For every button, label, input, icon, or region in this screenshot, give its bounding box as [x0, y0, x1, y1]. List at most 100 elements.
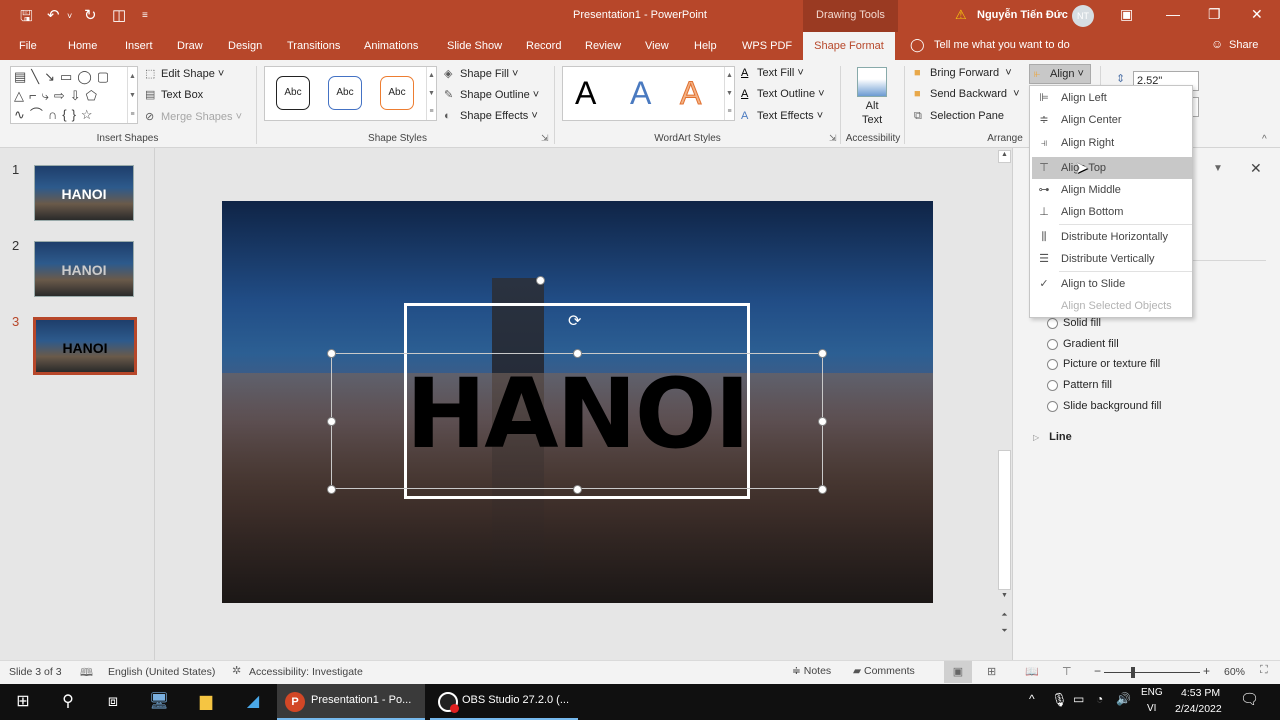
menu-item-distribute-vertically[interactable]: ☰ Distribute Vertically [1032, 248, 1192, 270]
text-effects-button[interactable]: A Text Effects ˅ [741, 110, 823, 122]
bring-forward-button[interactable]: ■ Bring Forward ˅ [914, 67, 1012, 79]
slide-thumbnail-2[interactable]: HANOI [34, 241, 134, 297]
menu-item-align-top[interactable]: ⊤ Align Top [1032, 157, 1192, 179]
dialog-launcher-icon[interactable]: ⇲ [829, 133, 837, 144]
language-status[interactable]: English (United States) [108, 666, 215, 678]
input-language[interactable]: ENG [1141, 687, 1163, 698]
resize-handle[interactable] [573, 485, 582, 494]
resize-handle[interactable] [327, 485, 336, 494]
tab-file[interactable]: File [19, 40, 37, 52]
tab-animations[interactable]: Animations [364, 40, 418, 52]
slide-thumbnail-3[interactable]: HANOI [33, 317, 137, 375]
present-from-start-icon[interactable]: ◫ [112, 6, 126, 24]
shape-style-preset-3[interactable]: Abc [380, 76, 414, 110]
tab-home[interactable]: Home [68, 40, 97, 52]
customize-icon[interactable]: ≡ [142, 10, 148, 21]
wordart-preset-3[interactable]: A [679, 75, 701, 112]
tab-wps-pdf[interactable]: WPS PDF [742, 40, 792, 52]
dialog-launcher-icon[interactable]: ⇲ [541, 133, 549, 144]
input-language-secondary[interactable]: VI [1147, 703, 1156, 714]
zoom-out-button[interactable]: − [1094, 664, 1101, 678]
redo-icon[interactable]: ↻ [84, 6, 97, 24]
tab-review[interactable]: Review [585, 40, 621, 52]
fill-option-slide-background[interactable]: Slide background fill [1047, 400, 1161, 412]
restore-icon[interactable]: ❐ [1208, 6, 1221, 23]
avatar[interactable]: NT [1072, 5, 1094, 27]
alt-text-button[interactable]: Alt Text [862, 99, 882, 127]
text-fill-button[interactable]: A Text Fill ˅ [741, 67, 804, 79]
share-button[interactable]: Share [1229, 39, 1258, 51]
microphone-icon[interactable]: 🎙 [1051, 692, 1068, 708]
rotate-handle-icon[interactable]: ⟳ [568, 311, 581, 331]
menu-item-distribute-horizontally[interactable]: ⫼ Distribute Horizontally [1032, 226, 1192, 248]
zoom-slider-track[interactable] [1104, 672, 1200, 673]
shape-style-preset-2[interactable]: Abc [328, 76, 362, 110]
zoom-level[interactable]: 60% [1224, 666, 1245, 678]
task-view-icon[interactable]: ⧈ [100, 684, 126, 720]
next-slide-icon[interactable]: ⏷ [998, 626, 1011, 636]
radio-button[interactable] [1047, 317, 1058, 329]
shape-fill-button[interactable]: ◈ Shape Fill ˅ [444, 67, 518, 80]
close-pane-icon[interactable]: ✕ [1250, 160, 1262, 177]
edit-shape-button[interactable]: ⬚ Edit Shape ˅ [145, 67, 224, 80]
slide-show-icon[interactable]: ⊤ [1062, 665, 1072, 678]
computer-icon[interactable]: 🖥 [146, 684, 172, 720]
scroll-down-icon[interactable]: ▼ [998, 592, 1011, 605]
volume-icon[interactable]: 🔊 [1116, 692, 1131, 706]
user-name[interactable]: Nguyễn Tiến Đức [977, 9, 1068, 21]
notification-center-icon[interactable]: 🗨 [1240, 690, 1259, 708]
slide-title-text[interactable]: HANOI [387, 366, 767, 462]
tab-record[interactable]: Record [526, 40, 561, 52]
file-explorer-icon[interactable]: ▆ [193, 684, 219, 720]
tab-transitions[interactable]: Transitions [287, 40, 340, 52]
radio-button[interactable] [1047, 358, 1058, 370]
tab-design[interactable]: Design [228, 40, 262, 52]
tab-draw[interactable]: Draw [177, 40, 203, 52]
resize-handle[interactable] [818, 485, 827, 494]
comments-button[interactable]: ▰ Comments [853, 665, 915, 677]
shape-outline-button[interactable]: ✎ Shape Outline ˅ [444, 88, 539, 101]
collapse-ribbon-icon[interactable]: ^ [1262, 134, 1267, 145]
accessibility-status[interactable]: Accessibility: Investigate [249, 666, 363, 678]
tab-help[interactable]: Help [694, 40, 717, 52]
shapes-gallery[interactable]: ▤╲↘▭◯▢ △⌐⤷⇨⇩⬠ ∿⌒∩{}☆ ▲ ▼ ≡ [10, 66, 138, 124]
shape-styles-gallery[interactable]: Abc Abc Abc ▲ ▼ ≡ [264, 66, 437, 121]
fill-option-picture[interactable]: Picture or texture fill [1047, 358, 1160, 370]
minimize-icon[interactable]: — [1166, 6, 1180, 22]
clock-date[interactable]: 2/24/2022 [1175, 703, 1222, 715]
gallery-scroll[interactable]: ▲ ▼ ≡ [426, 67, 436, 120]
notes-button[interactable]: ≑ Notes [792, 665, 831, 677]
text-outline-button[interactable]: A Text Outline ˅ [741, 88, 825, 100]
spell-check-icon[interactable]: 🕮 [80, 664, 93, 683]
line-section-header[interactable]: ▷ Line [1033, 431, 1072, 443]
network-icon[interactable]: ◔ [1096, 692, 1103, 706]
wordart-gallery[interactable]: A A A ▲ ▼ ≡ [562, 66, 735, 121]
taskbar-app-obs[interactable]: OBS Studio 27.2.0 (... [430, 684, 578, 720]
fill-option-gradient[interactable]: Gradient fill [1047, 338, 1119, 350]
previous-slide-icon[interactable]: ⏶ [998, 610, 1011, 620]
radio-button[interactable] [1047, 338, 1058, 350]
slide[interactable]: HANOI ⟳ [222, 201, 933, 603]
slide-thumbnail-1[interactable]: HANOI [34, 165, 134, 221]
selection-pane-button[interactable]: ⧉ Selection Pane [914, 110, 1004, 123]
windows-start-icon[interactable]: ⊞ [10, 684, 36, 720]
menu-item-align-center[interactable]: ≑ Align Center [1032, 109, 1192, 131]
shape-style-preset-1[interactable]: Abc [276, 76, 310, 110]
close-icon[interactable]: ✕ [1251, 6, 1263, 23]
tab-insert[interactable]: Insert [125, 40, 153, 52]
undo-icon[interactable]: ↶ [47, 6, 60, 24]
fill-option-solid[interactable]: Solid fill [1047, 317, 1101, 329]
menu-item-align-bottom[interactable]: ⊥ Align Bottom [1032, 201, 1192, 223]
menu-item-align-to-slide[interactable]: ✓ Align to Slide [1032, 273, 1192, 295]
wordart-preset-2[interactable]: A [630, 75, 651, 112]
tab-shape-format[interactable]: Shape Format [803, 32, 895, 60]
zoom-slider-thumb[interactable] [1131, 667, 1135, 678]
tell-me-search[interactable]: Tell me what you want to do [934, 39, 1070, 51]
undo-dropdown-icon[interactable]: ˅ [67, 11, 72, 21]
align-button[interactable]: ⫦ Align ˅ [1029, 64, 1091, 84]
normal-view-button[interactable]: ▣ [944, 661, 972, 683]
resize-handle[interactable] [536, 276, 545, 285]
remote-desktop-icon[interactable]: ◢ [240, 684, 266, 720]
taskbar-app-powerpoint[interactable]: P Presentation1 - Po... [277, 684, 425, 720]
save-icon[interactable]: 🖫 [20, 6, 33, 31]
